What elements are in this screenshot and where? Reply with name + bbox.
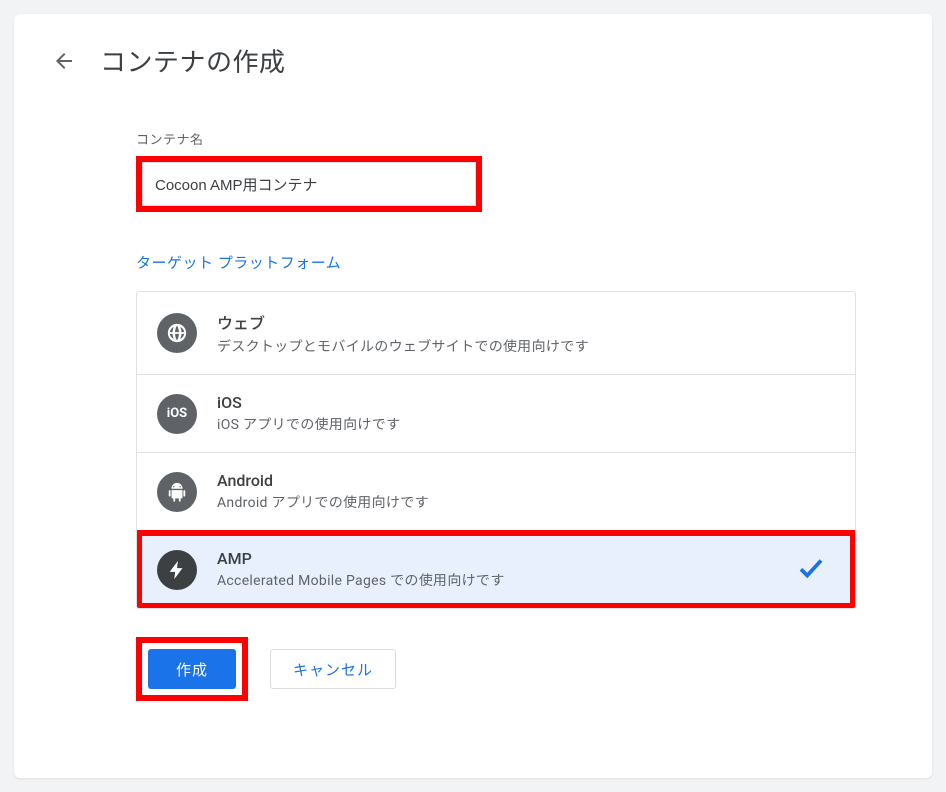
panel-header: コンテナの作成 [50, 42, 900, 79]
platform-text: Android Android アプリでの使用向けです [217, 471, 835, 512]
container-name-input[interactable] [142, 162, 476, 206]
platform-title: AMP [217, 549, 835, 568]
platform-desc: デスクトップとモバイルのウェブサイトでの使用向けです [217, 336, 835, 356]
platform-row-ios[interactable]: iOS iOS iOS アプリでの使用向けです [137, 375, 855, 453]
target-platform-label: ターゲット プラットフォーム [136, 252, 856, 273]
bolt-icon [157, 550, 197, 590]
container-name-label: コンテナ名 [136, 129, 856, 148]
create-container-panel: コンテナの作成 コンテナ名 ターゲット プラットフォーム ウェブ デスクトップと… [14, 14, 932, 778]
back-arrow-button[interactable] [50, 47, 78, 75]
android-icon [157, 472, 197, 512]
platform-row-android[interactable]: Android Android アプリでの使用向けです [137, 453, 855, 531]
arrow-left-icon [52, 49, 76, 73]
platform-text: ウェブ デスクトップとモバイルのウェブサイトでの使用向けです [217, 310, 835, 356]
container-name-highlight [136, 156, 482, 212]
platform-desc: Android アプリでの使用向けです [217, 492, 835, 512]
platform-text: AMP Accelerated Mobile Pages での使用向けです [217, 549, 835, 590]
platform-desc: iOS アプリでの使用向けです [217, 414, 835, 434]
platform-desc: Accelerated Mobile Pages での使用向けです [217, 570, 835, 590]
page-title: コンテナの作成 [100, 42, 286, 79]
platform-row-web[interactable]: ウェブ デスクトップとモバイルのウェブサイトでの使用向けです [137, 292, 855, 375]
platform-text: iOS iOS アプリでの使用向けです [217, 393, 835, 434]
platform-list: ウェブ デスクトップとモバイルのウェブサイトでの使用向けです iOS iOS i… [136, 291, 856, 609]
globe-icon [157, 313, 197, 353]
footer-actions: 作成 キャンセル [136, 637, 856, 701]
create-button[interactable]: 作成 [148, 649, 236, 689]
cancel-button[interactable]: キャンセル [270, 649, 396, 689]
platform-title: iOS [217, 393, 835, 412]
platform-row-amp[interactable]: AMP Accelerated Mobile Pages での使用向けです [136, 530, 856, 609]
platform-title: Android [217, 471, 835, 490]
check-icon [796, 553, 826, 587]
create-button-highlight: 作成 [136, 637, 248, 701]
ios-icon: iOS [157, 394, 197, 434]
form-area: コンテナ名 ターゲット プラットフォーム ウェブ デスクトップとモバイルのウェブ… [136, 129, 856, 701]
platform-title: ウェブ [217, 310, 835, 334]
